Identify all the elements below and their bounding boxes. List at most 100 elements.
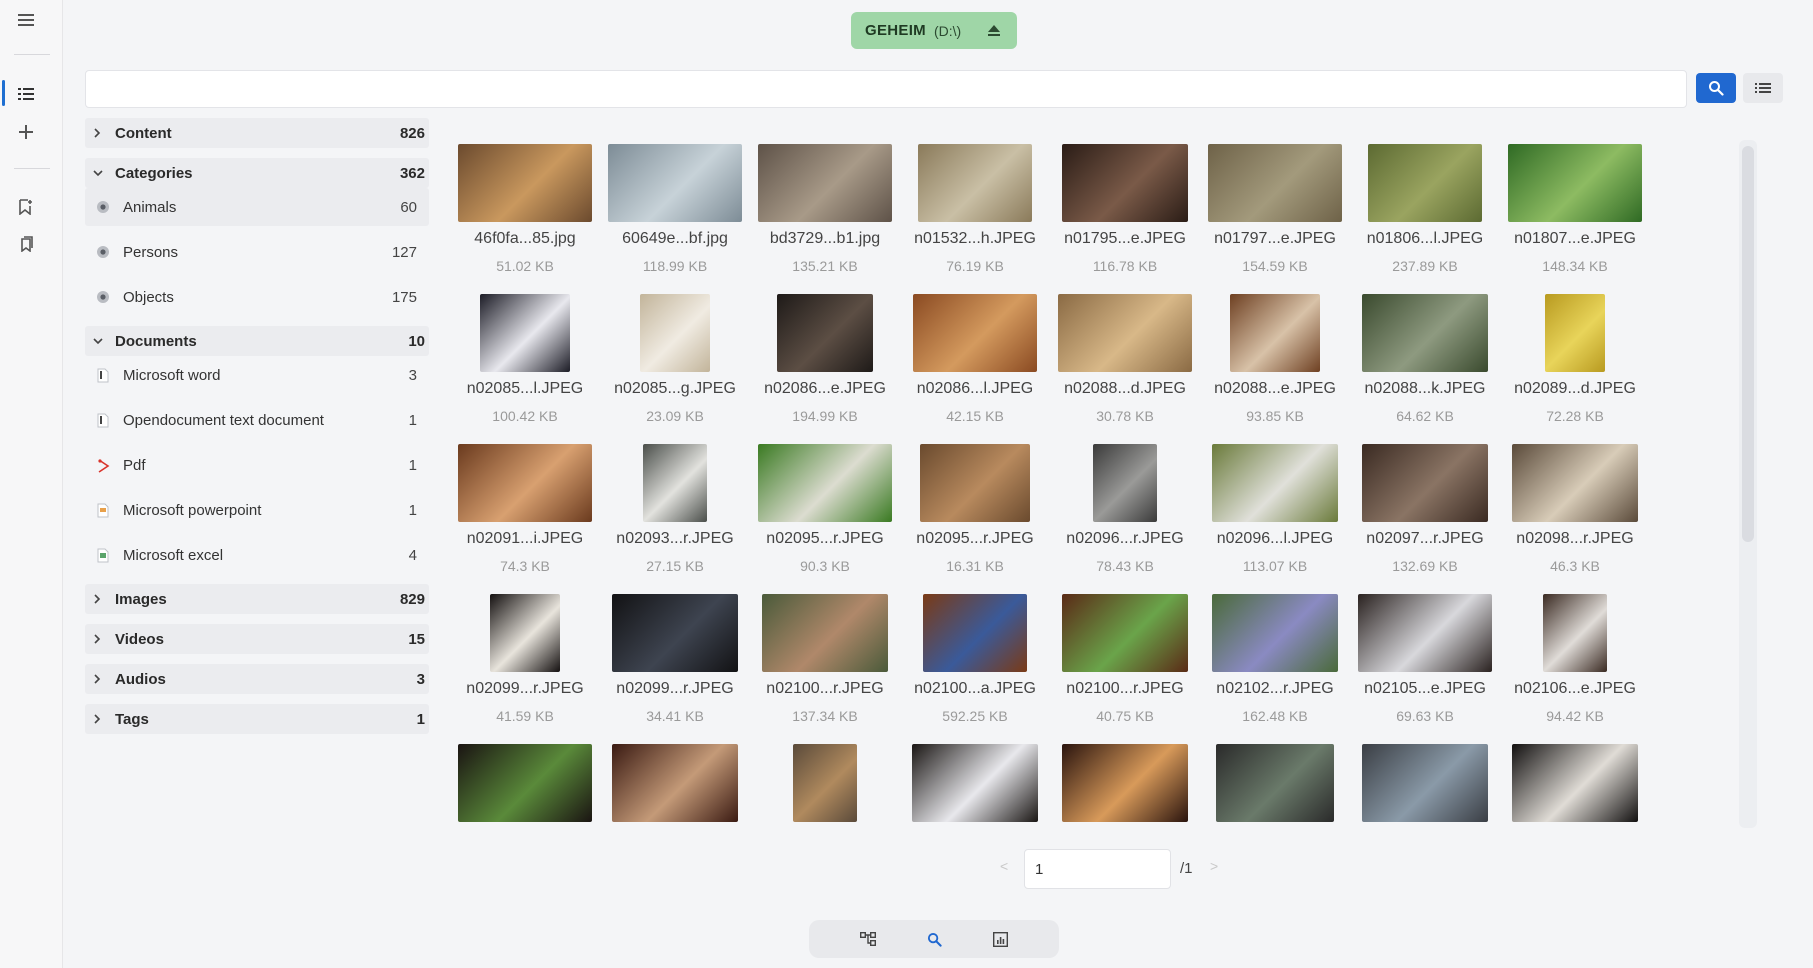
image-thumbnail[interactable] bbox=[1230, 294, 1320, 372]
file-tile[interactable] bbox=[900, 740, 1050, 828]
file-tile[interactable] bbox=[450, 740, 600, 828]
search-input[interactable] bbox=[85, 70, 1687, 108]
image-thumbnail[interactable] bbox=[458, 144, 592, 222]
section-images[interactable]: Images 829 bbox=[85, 584, 429, 614]
file-tile[interactable]: n02088...k.JPEG 64.62 KB bbox=[1350, 290, 1500, 430]
file-tile[interactable]: n01806...l.JPEG 237.89 KB bbox=[1350, 140, 1500, 280]
file-tile[interactable]: bd3729...b1.jpg 135.21 KB bbox=[750, 140, 900, 280]
image-thumbnail[interactable] bbox=[458, 744, 592, 822]
image-thumbnail[interactable] bbox=[1358, 594, 1492, 672]
search-icon[interactable] bbox=[919, 924, 949, 954]
image-thumbnail[interactable] bbox=[612, 594, 738, 672]
image-thumbnail[interactable] bbox=[1545, 294, 1605, 372]
eject-icon[interactable] bbox=[987, 24, 1001, 37]
plus-icon[interactable] bbox=[12, 118, 40, 146]
image-thumbnail[interactable] bbox=[1368, 144, 1482, 222]
section-videos[interactable]: Videos 15 bbox=[85, 624, 429, 654]
image-thumbnail[interactable] bbox=[1212, 594, 1338, 672]
previous-page-button[interactable]: < bbox=[1000, 858, 1008, 874]
image-thumbnail[interactable] bbox=[1362, 444, 1488, 522]
image-thumbnail[interactable] bbox=[1058, 294, 1192, 372]
section-tags[interactable]: Tags 1 bbox=[85, 704, 429, 734]
image-thumbnail[interactable] bbox=[612, 744, 738, 822]
drive-chip[interactable]: GEHEIM (D:\) bbox=[851, 12, 1017, 49]
image-thumbnail[interactable] bbox=[920, 444, 1030, 522]
file-tile[interactable]: n02086...e.JPEG 194.99 KB bbox=[750, 290, 900, 430]
section-documents[interactable]: Documents 10 bbox=[85, 326, 429, 356]
sidebar-item-microsoft-powerpoint[interactable]: Microsoft powerpoint 1 bbox=[85, 491, 429, 529]
image-thumbnail[interactable] bbox=[912, 744, 1038, 822]
file-tile[interactable]: n02106...e.JPEG 94.42 KB bbox=[1500, 590, 1650, 730]
image-thumbnail[interactable] bbox=[918, 144, 1032, 222]
file-tile[interactable]: n01797...e.JPEG 154.59 KB bbox=[1200, 140, 1350, 280]
grid-scrollbar[interactable] bbox=[1739, 140, 1757, 828]
sidebar-item-pdf[interactable]: Pdf 1 bbox=[85, 446, 429, 484]
file-tile[interactable]: n02085...g.JPEG 23.09 KB bbox=[600, 290, 750, 430]
bookmarks-icon[interactable] bbox=[12, 230, 40, 258]
sidebar-item-persons[interactable]: Persons 127 bbox=[85, 233, 429, 271]
image-thumbnail[interactable] bbox=[913, 294, 1037, 372]
image-thumbnail[interactable] bbox=[1093, 444, 1157, 522]
file-tile[interactable] bbox=[600, 740, 750, 828]
section-content[interactable]: Content 826 bbox=[85, 118, 429, 148]
search-button[interactable] bbox=[1696, 73, 1736, 103]
image-thumbnail[interactable] bbox=[1512, 444, 1638, 522]
file-tile[interactable]: n02091...i.JPEG 74.3 KB bbox=[450, 440, 600, 580]
image-thumbnail[interactable] bbox=[1543, 594, 1607, 672]
file-tile[interactable]: n02099...r.JPEG 34.41 KB bbox=[600, 590, 750, 730]
file-tile[interactable]: n01795...e.JPEG 116.78 KB bbox=[1050, 140, 1200, 280]
sidebar-item-microsoft-excel[interactable]: Microsoft excel 4 bbox=[85, 536, 429, 574]
image-thumbnail[interactable] bbox=[458, 444, 592, 522]
file-tile[interactable]: n02089...d.JPEG 72.28 KB bbox=[1500, 290, 1650, 430]
file-tile[interactable] bbox=[750, 740, 900, 828]
sidebar-item-opendocument-text-document[interactable]: Opendocument text document 1 bbox=[85, 401, 429, 439]
image-thumbnail[interactable] bbox=[777, 294, 873, 372]
file-tile[interactable]: n02100...a.JPEG 592.25 KB bbox=[900, 590, 1050, 730]
file-tile[interactable]: 46f0fa...85.jpg 51.02 KB bbox=[450, 140, 600, 280]
file-tile[interactable]: n02095...r.JPEG 16.31 KB bbox=[900, 440, 1050, 580]
file-tile[interactable]: n02085...l.JPEG 100.42 KB bbox=[450, 290, 600, 430]
file-tile[interactable]: n02086...l.JPEG 42.15 KB bbox=[900, 290, 1050, 430]
image-thumbnail[interactable] bbox=[608, 144, 742, 222]
image-thumbnail[interactable] bbox=[923, 594, 1027, 672]
scrollbar-thumb[interactable] bbox=[1742, 146, 1754, 542]
file-tile[interactable]: n02105...e.JPEG 69.63 KB bbox=[1350, 590, 1500, 730]
bookmark-add-icon[interactable] bbox=[12, 193, 40, 221]
image-thumbnail[interactable] bbox=[1062, 144, 1188, 222]
file-tile[interactable] bbox=[1200, 740, 1350, 828]
file-tile[interactable]: n02099...r.JPEG 41.59 KB bbox=[450, 590, 600, 730]
file-tile[interactable] bbox=[1500, 740, 1650, 828]
file-tile[interactable]: n02100...r.JPEG 40.75 KB bbox=[1050, 590, 1200, 730]
sidebar-item-objects[interactable]: Objects 175 bbox=[85, 278, 429, 316]
next-page-button[interactable]: > bbox=[1210, 858, 1218, 874]
tree-view-icon[interactable] bbox=[853, 924, 883, 954]
image-thumbnail[interactable] bbox=[643, 444, 707, 522]
file-tile[interactable]: n02088...d.JPEG 30.78 KB bbox=[1050, 290, 1200, 430]
image-thumbnail[interactable] bbox=[758, 444, 892, 522]
image-thumbnail[interactable] bbox=[1362, 744, 1488, 822]
file-tile[interactable]: n02098...r.JPEG 46.3 KB bbox=[1500, 440, 1650, 580]
list-icon[interactable] bbox=[12, 80, 40, 108]
image-thumbnail[interactable] bbox=[758, 144, 892, 222]
image-thumbnail[interactable] bbox=[1216, 744, 1334, 822]
file-tile[interactable]: n02096...r.JPEG 78.43 KB bbox=[1050, 440, 1200, 580]
file-tile[interactable]: n02097...r.JPEG 132.69 KB bbox=[1350, 440, 1500, 580]
file-tile[interactable]: n02095...r.JPEG 90.3 KB bbox=[750, 440, 900, 580]
image-thumbnail[interactable] bbox=[1512, 744, 1638, 822]
stats-icon[interactable] bbox=[985, 924, 1015, 954]
menu-icon[interactable] bbox=[12, 6, 40, 34]
image-thumbnail[interactable] bbox=[793, 744, 857, 822]
file-tile[interactable]: n02102...r.JPEG 162.48 KB bbox=[1200, 590, 1350, 730]
image-thumbnail[interactable] bbox=[640, 294, 710, 372]
image-thumbnail[interactable] bbox=[1212, 444, 1338, 522]
section-audios[interactable]: Audios 3 bbox=[85, 664, 429, 694]
sidebar-item-microsoft-word[interactable]: Microsoft word 3 bbox=[85, 356, 429, 394]
file-tile[interactable]: n02100...r.JPEG 137.34 KB bbox=[750, 590, 900, 730]
image-thumbnail[interactable] bbox=[1362, 294, 1488, 372]
file-tile[interactable]: n02088...e.JPEG 93.85 KB bbox=[1200, 290, 1350, 430]
file-tile[interactable]: n01532...h.JPEG 76.19 KB bbox=[900, 140, 1050, 280]
image-thumbnail[interactable] bbox=[1508, 144, 1642, 222]
file-tile[interactable]: 60649e...bf.jpg 118.99 KB bbox=[600, 140, 750, 280]
file-tile[interactable]: n01807...e.JPEG 148.34 KB bbox=[1500, 140, 1650, 280]
sidebar-item-animals[interactable]: Animals 60 bbox=[85, 188, 429, 226]
